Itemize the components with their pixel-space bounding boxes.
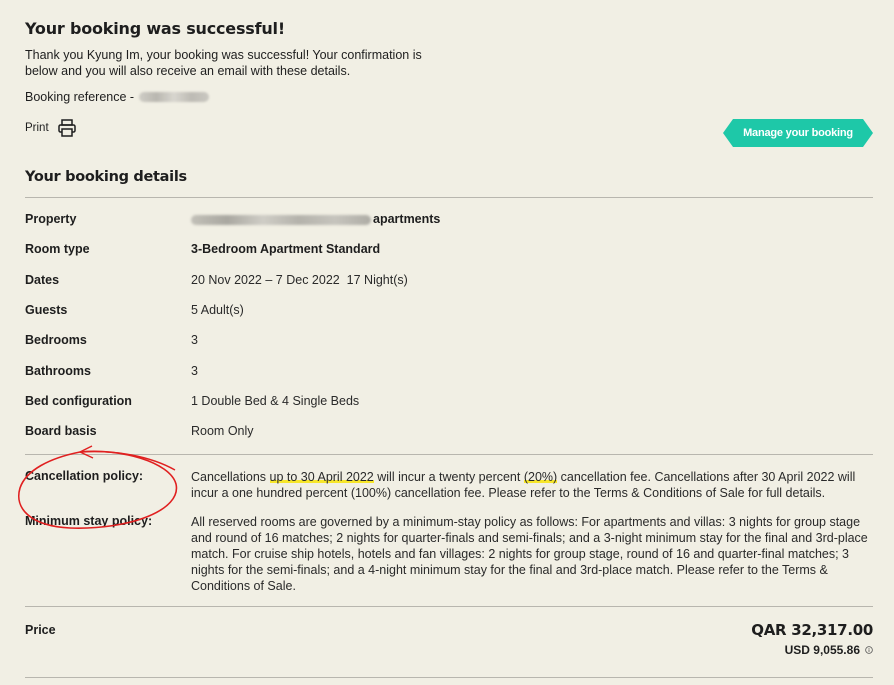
highlighted-percent: (20%) bbox=[523, 470, 558, 484]
price-label: Price bbox=[25, 623, 56, 637]
print-button[interactable]: Print bbox=[25, 118, 77, 138]
bedrooms-value: 3 bbox=[191, 333, 198, 347]
minimum-stay-text: All reserved rooms are governed by a min… bbox=[191, 515, 868, 593]
guests-label: Guests bbox=[25, 303, 68, 317]
board-basis-label: Board basis bbox=[25, 424, 97, 438]
booking-details-title: Your booking details bbox=[25, 169, 187, 185]
cancellation-policy-label: Cancellation policy: bbox=[25, 469, 144, 483]
guests-value: 5 Adult(s) bbox=[191, 303, 244, 317]
booking-reference-redacted bbox=[139, 92, 210, 102]
divider bbox=[25, 606, 873, 607]
bathrooms-label: Bathrooms bbox=[25, 364, 91, 378]
info-icon[interactable] bbox=[865, 646, 873, 654]
bedrooms-label: Bedrooms bbox=[25, 333, 87, 347]
room-type-label: Room type bbox=[25, 242, 90, 256]
highlighted-date: up to 30 April 2022 bbox=[269, 470, 374, 484]
bed-configuration-label: Bed configuration bbox=[25, 394, 132, 408]
cancellation-text-part: will incur a twenty percent bbox=[373, 470, 524, 484]
bathrooms-value: 3 bbox=[191, 364, 198, 378]
booking-reference-label: Booking reference - bbox=[25, 90, 135, 104]
cancellation-policy-text: Cancellations up to 30 April 2022 will i… bbox=[191, 469, 871, 501]
divider bbox=[25, 454, 873, 455]
price-qar: QAR 32,317.00 bbox=[751, 621, 873, 639]
cancellation-text-part: Cancellations bbox=[191, 470, 270, 484]
divider bbox=[25, 677, 873, 678]
price-usd-value: USD 9,055.86 bbox=[784, 643, 860, 657]
dates-value: 20 Nov 2022 – 7 Dec 2022 17 Night(s) bbox=[191, 273, 408, 287]
minimum-stay-label: Minimum stay policy: bbox=[25, 514, 153, 528]
divider bbox=[25, 197, 873, 198]
red-arrowhead-annotation bbox=[78, 445, 94, 459]
room-type-value: 3-Bedroom Apartment Standard bbox=[191, 242, 381, 256]
property-name-redacted bbox=[191, 214, 371, 225]
price-usd: USD 9,055.86 bbox=[785, 643, 873, 657]
page-title: Your booking was successful! bbox=[25, 19, 285, 38]
property-name-visible: apartments bbox=[373, 212, 441, 226]
thank-you-message: Thank you Kyung Im, your booking was suc… bbox=[25, 48, 422, 78]
property-label: Property bbox=[25, 212, 77, 226]
printer-icon bbox=[57, 119, 76, 137]
dates-label: Dates bbox=[25, 273, 60, 287]
bed-configuration-value: 1 Double Bed & 4 Single Beds bbox=[191, 394, 360, 408]
property-value: apartments bbox=[191, 212, 871, 226]
board-basis-value: Room Only bbox=[191, 424, 254, 438]
print-label: Print bbox=[25, 122, 49, 134]
booking-reference: Booking reference - bbox=[25, 90, 210, 104]
manage-booking-button[interactable]: Manage your booking bbox=[723, 119, 873, 147]
